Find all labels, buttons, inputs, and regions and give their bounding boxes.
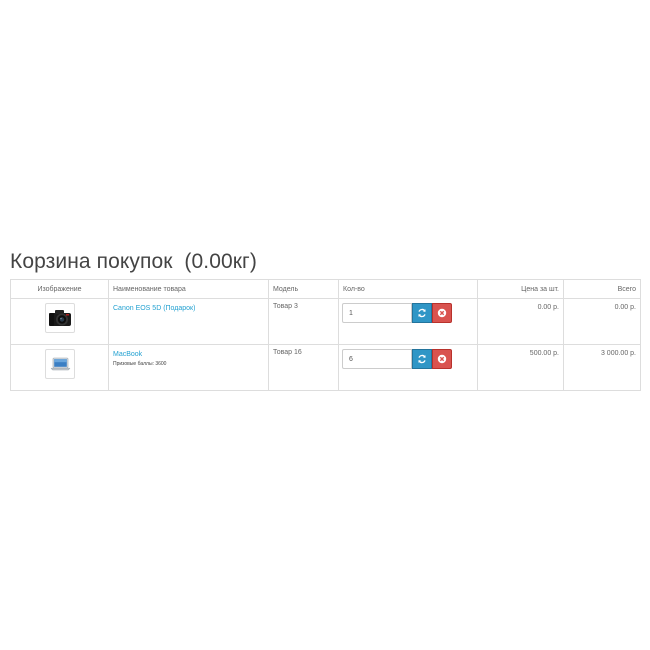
quantity-group	[342, 303, 477, 323]
product-thumbnail-link[interactable]	[44, 303, 75, 333]
quantity-cell	[338, 344, 478, 391]
model-cell: Товар 3	[268, 298, 339, 345]
cart-table: Изображение Наименование товара Модель К…	[10, 279, 641, 391]
refresh-icon	[418, 354, 426, 364]
product-name-link[interactable]: MacBook	[113, 349, 264, 360]
table-header-row: Изображение Наименование товара Модель К…	[10, 279, 641, 299]
refresh-icon	[418, 308, 426, 318]
remove-item-button[interactable]	[432, 349, 452, 369]
quantity-cell	[338, 298, 478, 345]
remove-icon	[437, 354, 447, 364]
reward-points-note: Призовые баллы: 3600	[113, 361, 167, 367]
table-row: MacBook Призовые баллы: 3600 Товар 16 6 …	[10, 344, 641, 391]
header-image: Изображение	[10, 279, 109, 299]
remove-item-button[interactable]	[432, 303, 452, 323]
unit-price-cell: 0.00 р.	[477, 298, 564, 345]
total-cell: 3 000.00 р.	[563, 344, 641, 391]
laptop-icon	[49, 357, 71, 371]
quantity-input[interactable]	[342, 349, 412, 369]
page: Корзина покупок (0.00кг) Изображение Наи…	[0, 0, 650, 650]
model-cell: Товар 16	[268, 344, 339, 391]
update-quantity-button[interactable]	[412, 349, 432, 369]
image-cell	[10, 298, 109, 345]
remove-icon	[437, 308, 447, 318]
header-total: Всего	[563, 279, 641, 299]
name-cell: Canon EOS 5D (Подарок)	[108, 298, 269, 345]
quantity-group	[342, 349, 477, 369]
header-unit-price: Цена за шт.	[477, 279, 564, 299]
table-row: Canon EOS 5D (Подарок) Товар 3 1 0.00 р.…	[10, 298, 641, 345]
update-quantity-button[interactable]	[412, 303, 432, 323]
header-quantity: Кол-во	[338, 279, 478, 299]
header-model: Модель	[268, 279, 339, 299]
header-name: Наименование товара	[108, 279, 269, 299]
product-name-link[interactable]: Canon EOS 5D (Подарок)	[113, 303, 264, 314]
camera-icon	[48, 310, 71, 326]
product-thumbnail-link[interactable]	[44, 349, 75, 379]
image-cell	[10, 344, 109, 391]
name-cell: MacBook Призовые баллы: 3600	[108, 344, 269, 391]
quantity-input[interactable]	[342, 303, 412, 323]
unit-price-cell: 500.00 р.	[477, 344, 564, 391]
page-title: Корзина покупок (0.00кг)	[10, 250, 257, 273]
total-cell: 0.00 р.	[563, 298, 641, 345]
